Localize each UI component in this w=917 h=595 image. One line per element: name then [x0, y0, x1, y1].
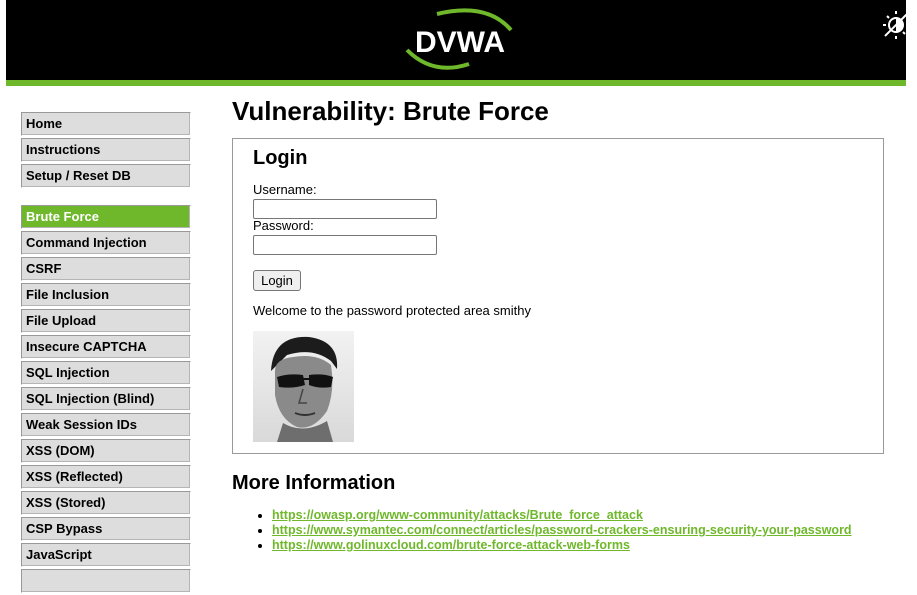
- logo-text: DVWA: [415, 26, 505, 59]
- more-info-links: https://owasp.org/www-community/attacks/…: [232, 508, 852, 553]
- list-item: https://owasp.org/www-community/attacks/…: [272, 508, 852, 523]
- dvwa-logo: DVWA: [405, 8, 513, 70]
- sidebar-item-csp-bypass[interactable]: CSP Bypass: [21, 517, 191, 541]
- sidebar-item-xss-stored[interactable]: XSS (Stored): [21, 491, 191, 515]
- page-header: DVWA: [6, 0, 909, 80]
- password-input[interactable]: [253, 235, 437, 255]
- sidebar-item-sql-injection[interactable]: SQL Injection: [21, 361, 191, 385]
- sidebar-item-sql-injection-blind[interactable]: SQL Injection (Blind): [21, 387, 191, 411]
- username-input[interactable]: [253, 199, 437, 219]
- sidebar-item-javascript[interactable]: JavaScript: [21, 543, 191, 567]
- sidebar-item-insecure-captcha[interactable]: Insecure CAPTCHA: [21, 335, 191, 359]
- sidebar-item-weak-session-ids[interactable]: Weak Session IDs: [21, 413, 191, 437]
- user-photo: [253, 331, 354, 442]
- list-item: https://www.symantec.com/connect/article…: [272, 523, 852, 538]
- sidebar-group-general: Home Instructions Setup / Reset DB: [21, 112, 191, 188]
- sidebar-menu: Home Instructions Setup / Reset DB Brute…: [21, 112, 191, 595]
- login-panel: Login Username: Password: Login Welcome …: [232, 138, 884, 454]
- welcome-message: Welcome to the password protected area s…: [253, 303, 531, 318]
- sidebar-item-brute-force[interactable]: Brute Force: [21, 205, 191, 229]
- sidebar-item-xss-reflected[interactable]: XSS (Reflected): [21, 465, 191, 489]
- login-heading: Login: [253, 147, 308, 169]
- sidebar-item-home[interactable]: Home: [21, 112, 191, 136]
- page-title: Vulnerability: Brute Force: [232, 96, 549, 126]
- sidebar-item-file-inclusion[interactable]: File Inclusion: [21, 283, 191, 307]
- more-info-heading: More Information: [232, 472, 396, 494]
- theme-toggle-icon[interactable]: [880, 8, 912, 40]
- reference-link-owasp[interactable]: https://owasp.org/www-community/attacks/…: [272, 508, 643, 522]
- sidebar-item-file-upload[interactable]: File Upload: [21, 309, 191, 333]
- sidebar-item-xss-dom[interactable]: XSS (DOM): [21, 439, 191, 463]
- sidebar-item-instructions[interactable]: Instructions: [21, 138, 191, 162]
- reference-link-golinuxcloud[interactable]: https://www.golinuxcloud.com/brute-force…: [272, 538, 630, 552]
- header-accent-bar: [6, 80, 906, 86]
- username-label: Username:: [253, 182, 317, 197]
- sidebar-group-vulnerabilities: Brute Force Command Injection CSRF File …: [21, 205, 191, 593]
- reference-link-symantec[interactable]: https://www.symantec.com/connect/article…: [272, 523, 852, 537]
- sidebar-item-next[interactable]: [21, 569, 191, 593]
- list-item: https://www.golinuxcloud.com/brute-force…: [272, 538, 852, 553]
- login-button[interactable]: Login: [253, 270, 301, 291]
- password-label: Password:: [253, 218, 314, 233]
- sidebar-item-csrf[interactable]: CSRF: [21, 257, 191, 281]
- sidebar-item-setup[interactable]: Setup / Reset DB: [21, 164, 191, 188]
- sidebar-item-command-injection[interactable]: Command Injection: [21, 231, 191, 255]
